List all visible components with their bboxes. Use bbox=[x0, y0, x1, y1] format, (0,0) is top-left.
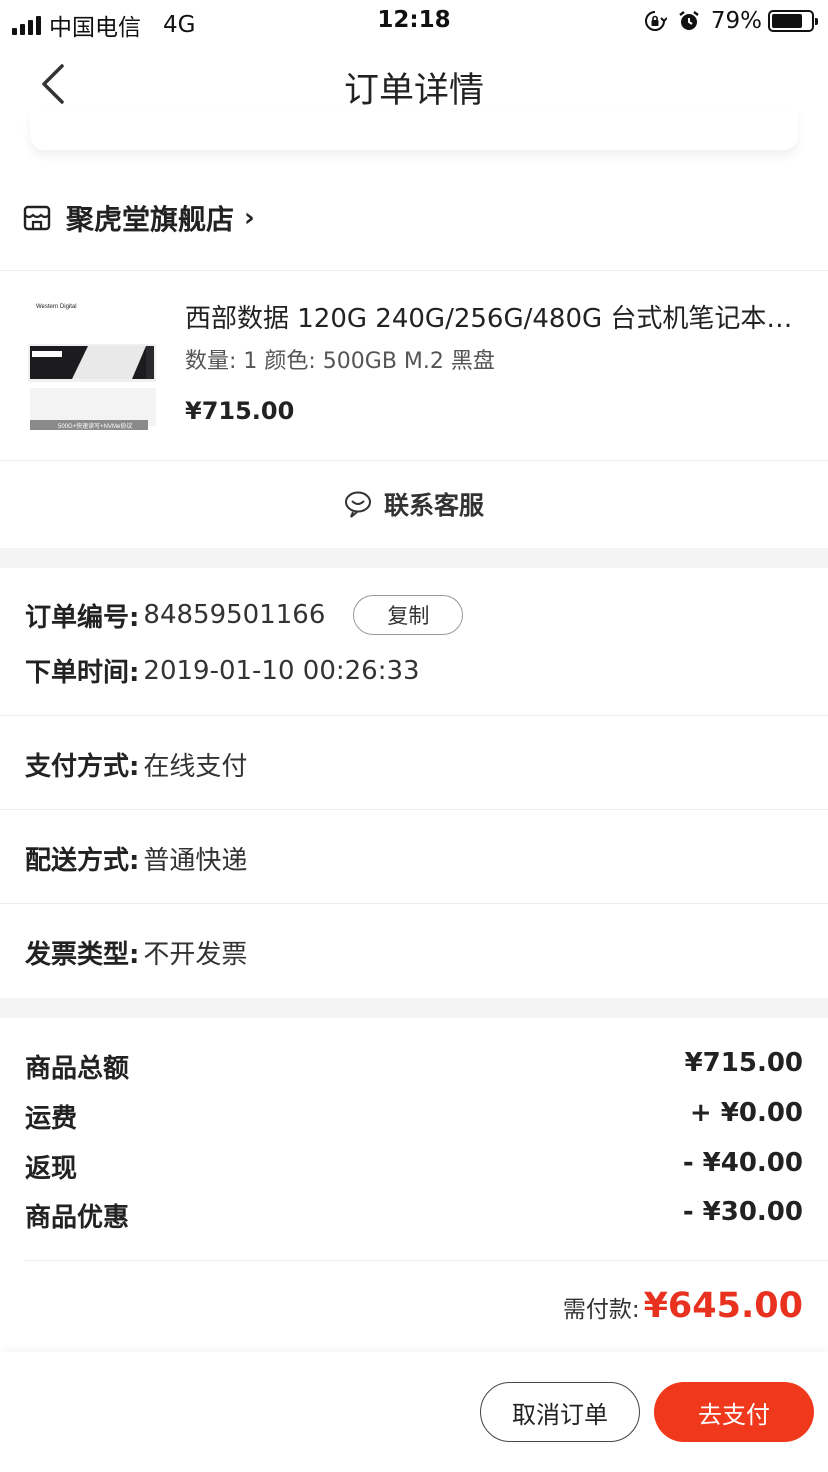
order-time-value: 2019-01-10 00:26:33 bbox=[143, 655, 420, 686]
section-gap bbox=[0, 998, 828, 1018]
invoice-type-label: 发票类型: bbox=[25, 940, 140, 970]
summary-row-subtotal: 商品总额 ¥715.00 bbox=[25, 1048, 803, 1085]
battery-icon bbox=[768, 10, 818, 32]
summary-value: ¥715.00 bbox=[684, 1048, 803, 1078]
shop-name: 聚虎堂旗舰店 bbox=[66, 203, 235, 236]
invoice-type-row: 发票类型: 不开发票 bbox=[25, 934, 247, 971]
previous-card-edge bbox=[30, 110, 798, 150]
payment-method-value: 在线支付 bbox=[143, 752, 248, 782]
summary-value: - ¥40.00 bbox=[682, 1148, 803, 1178]
summary-row-cashback: 返现 - ¥40.00 bbox=[25, 1148, 803, 1185]
alarm-icon bbox=[679, 11, 699, 30]
product-image[interactable]: Western Digital 500G+快速读写+NVMe协议 bbox=[28, 296, 160, 432]
battery-level bbox=[772, 14, 803, 28]
summary-label: 返现 bbox=[25, 1154, 78, 1184]
chat-smile-icon bbox=[344, 491, 371, 518]
contact-service-label: 联系客服 bbox=[383, 491, 484, 520]
status-right: 79% bbox=[633, 8, 818, 34]
contact-service-button[interactable]: 联系客服 bbox=[0, 486, 828, 522]
divider bbox=[25, 1260, 828, 1261]
order-time-label: 下单时间: bbox=[25, 658, 140, 688]
bottom-action-bar: 取消订单 去支付 bbox=[0, 1352, 828, 1472]
divider bbox=[0, 809, 828, 810]
cancel-order-button[interactable]: 取消订单 bbox=[480, 1382, 640, 1442]
image-brand-text: Western Digital bbox=[36, 304, 77, 310]
image-caption-text: 500G+快速读写+NVMe协议 bbox=[58, 422, 132, 430]
order-time-row: 下单时间: 2019-01-10 00:26:33 bbox=[25, 652, 420, 689]
summary-row-discount: 商品优惠 - ¥30.00 bbox=[25, 1197, 803, 1234]
payment-method-row: 支付方式: 在线支付 bbox=[25, 746, 247, 783]
summary-value: - ¥30.00 bbox=[682, 1197, 803, 1227]
invoice-type-value: 不开发票 bbox=[143, 940, 248, 970]
battery-percent: 79% bbox=[710, 8, 762, 34]
order-number-row: 订单编号: 84859501166 复制 bbox=[25, 595, 464, 635]
delivery-method-value: 普通快递 bbox=[143, 846, 248, 876]
amount-due-value: ¥645.00 bbox=[643, 1286, 803, 1326]
delivery-method-row: 配送方式: 普通快递 bbox=[25, 840, 247, 877]
store-icon bbox=[23, 205, 51, 231]
ssd-product-image: Western Digital 500G+快速读写+NVMe协议 bbox=[28, 304, 156, 430]
pay-button[interactable]: 去支付 bbox=[654, 1382, 814, 1442]
divider bbox=[0, 270, 828, 271]
summary-label: 运费 bbox=[25, 1104, 78, 1134]
rotation-lock-icon bbox=[644, 11, 667, 31]
delivery-method-label: 配送方式: bbox=[25, 846, 140, 876]
copy-button[interactable]: 复制 bbox=[353, 595, 464, 635]
summary-value: + ¥0.00 bbox=[689, 1098, 803, 1128]
divider bbox=[0, 460, 828, 461]
summary-label: 商品总额 bbox=[25, 1054, 130, 1084]
summary-row-shipping: 运费 + ¥0.00 bbox=[25, 1098, 803, 1135]
shop-link[interactable]: 聚虎堂旗舰店 › bbox=[22, 198, 255, 238]
product-spec: 数量: 1 颜色: 500GB M.2 黑盘 bbox=[185, 349, 495, 374]
payment-method-label: 支付方式: bbox=[25, 752, 140, 782]
page-title: 订单详情 bbox=[343, 71, 484, 111]
divider bbox=[0, 715, 828, 716]
chevron-right-icon: › bbox=[244, 203, 255, 233]
amount-due: 需付款: ¥645.00 bbox=[563, 1286, 803, 1326]
order-number-value: 84859501166 bbox=[143, 600, 326, 630]
divider bbox=[0, 903, 828, 904]
product-price: ¥715.00 bbox=[185, 397, 295, 425]
order-number-label: 订单编号: bbox=[25, 602, 140, 633]
section-gap bbox=[0, 548, 828, 568]
summary-label: 商品优惠 bbox=[25, 1203, 130, 1233]
product-title[interactable]: 西部数据 120G 240G/256G/480G 台式机笔记本固态硬盘 bbox=[185, 298, 805, 335]
status-bar: 中国电信 4G 12:18 79% bbox=[0, 0, 828, 42]
amount-due-label: 需付款: bbox=[562, 1297, 640, 1323]
